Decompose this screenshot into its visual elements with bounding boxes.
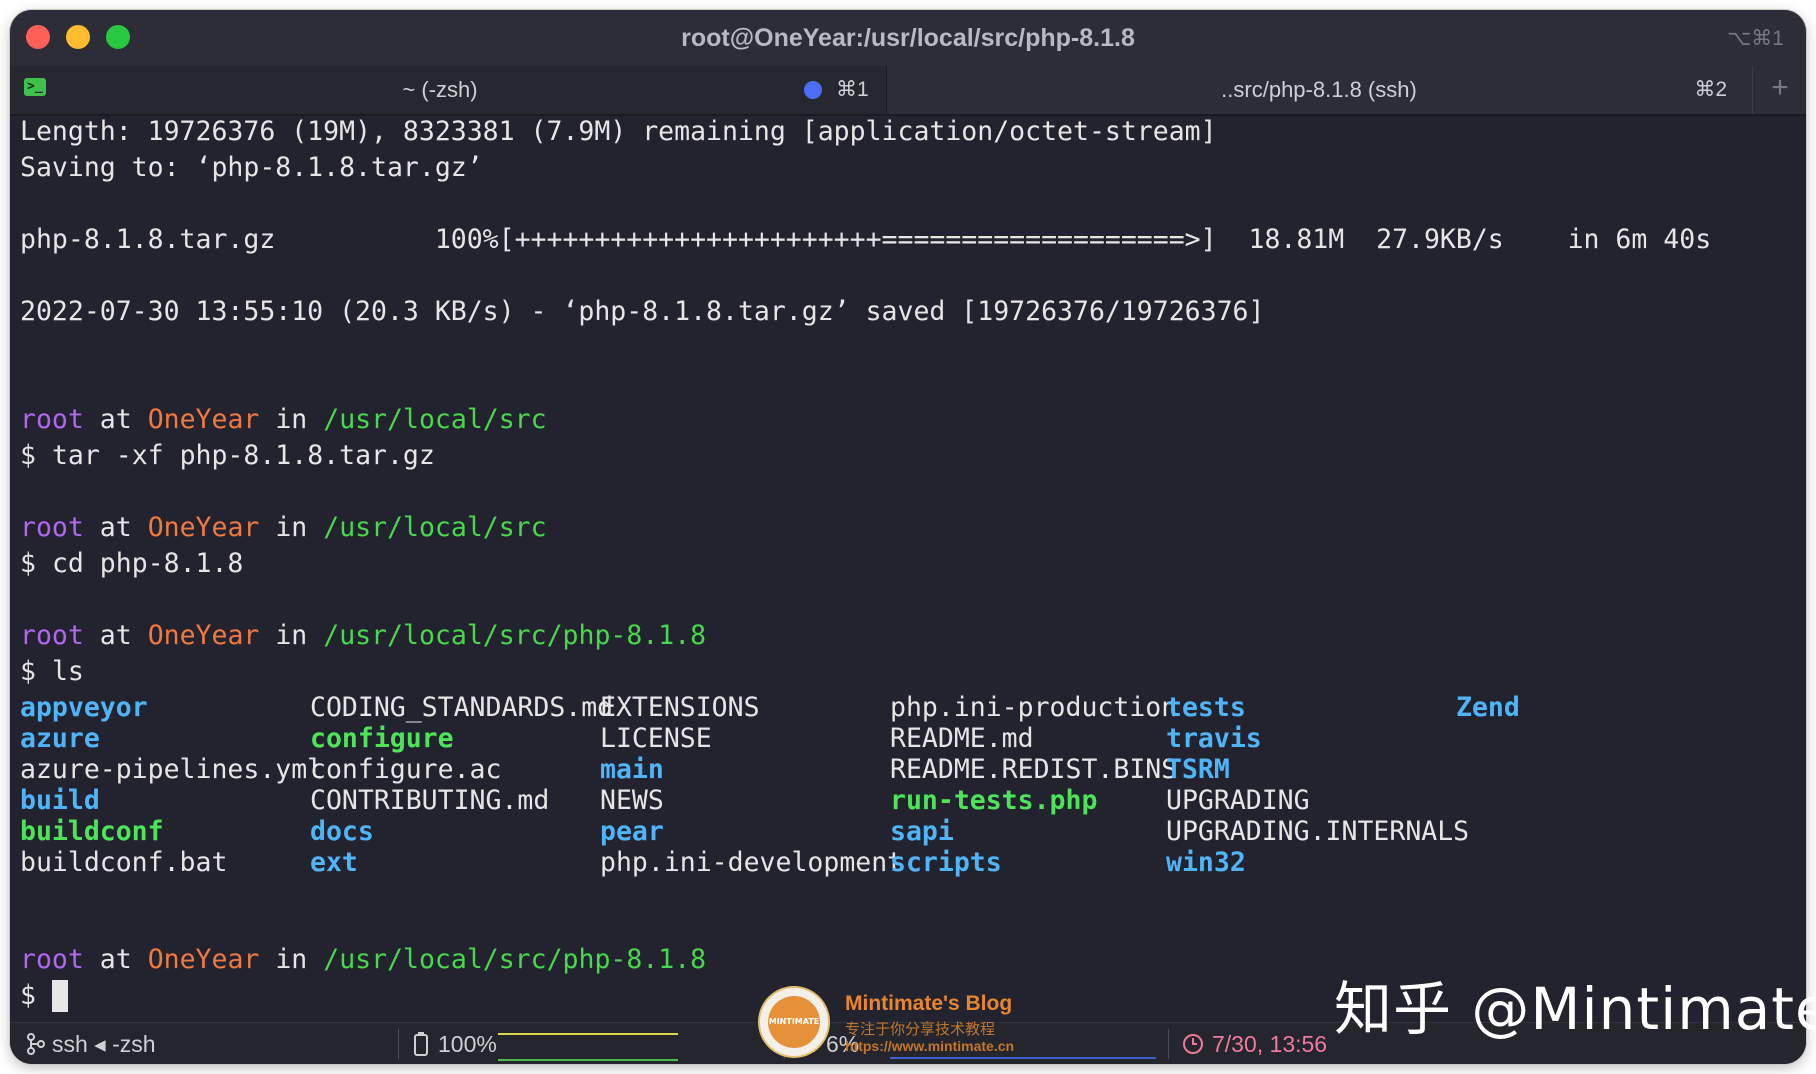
prompt-line: root at OneYear in /usr/local/src/php-8.… (20, 942, 706, 978)
tab-shortcut: ⌘1 (836, 78, 869, 101)
prompt-symbol: $ (20, 656, 36, 687)
tab-zsh[interactable]: >_ ~ (-zsh) ⌘1 (10, 66, 887, 114)
ls-entry: scripts (890, 847, 1002, 878)
download-progress-line: php-8.1.8.tar.gz 100%[++++++++++++++++++… (20, 224, 1712, 255)
prompt-in: in (275, 404, 308, 435)
status-divider (398, 1029, 399, 1059)
prompt-user: root (20, 944, 84, 975)
text-cursor (52, 980, 68, 1012)
zhihu-watermark: 知乎 @Mintimate (1334, 975, 1816, 1043)
prompt-symbol: $ (20, 548, 36, 579)
new-tab-button[interactable]: + (1752, 66, 1806, 114)
prompt-host: OneYear (147, 512, 260, 543)
prompt-path: /usr/local/src/php-8.1.8 (323, 944, 707, 975)
prompt-user: root (20, 620, 84, 651)
ls-entry: Zend (1456, 692, 1520, 723)
cpu-graph (890, 1057, 1156, 1059)
prompt-host: OneYear (147, 404, 260, 435)
battery-graph (498, 1059, 678, 1061)
prompt-at: at (99, 620, 132, 651)
prompt-path: /usr/local/src (323, 512, 547, 543)
tab-bar: >_ ~ (-zsh) ⌘1 ..src/php-8.1.8 (ssh) ⌘2 … (10, 66, 1806, 116)
prompt-in: in (275, 620, 308, 651)
prompt-at: at (99, 944, 132, 975)
blog-title: Mintimate's Blog (845, 992, 1013, 1015)
prompt-user: root (20, 404, 84, 435)
prompt-line: root at OneYear in /usr/local/src/php-8.… (20, 618, 706, 654)
activity-dot-icon (804, 81, 822, 99)
branch-icon (27, 1033, 45, 1055)
window-title: root@OneYear:/usr/local/src/php-8.1.8 (681, 24, 1135, 52)
download-length-line: Length: 19726376 (19M), 8323381 (7.9M) r… (20, 116, 1217, 147)
prompt-at: at (99, 512, 132, 543)
blog-logo: MINTIMATE (760, 988, 828, 1056)
tab-label: ..src/php-8.1.8 (ssh) (1221, 77, 1417, 102)
command-line: $ cd php-8.1.8 (20, 546, 243, 582)
prompt-in: in (275, 944, 308, 975)
prompt-path: /usr/local/src/php-8.1.8 (323, 620, 707, 651)
job-label: ssh ◂ -zsh (52, 1031, 156, 1057)
command-line: $ ls (20, 654, 84, 690)
window-shortcut: ⌥⌘1 (1727, 27, 1784, 50)
prompt-user: root (20, 512, 84, 543)
tab-label: ~ (-zsh) (402, 77, 478, 102)
blog-logo-text: MINTIMATE (768, 996, 820, 1048)
command-line: $ tar -xf php-8.1.8.tar.gz (20, 438, 435, 474)
battery-icon (414, 1032, 428, 1056)
title-bar[interactable]: root@OneYear:/usr/local/src/php-8.1.8 ⌥⌘… (10, 10, 1806, 66)
tab-shortcut: ⌘2 (1694, 78, 1727, 101)
battery-percent: 100% (438, 1031, 497, 1057)
ls-entry: buildconf.bat (20, 847, 228, 878)
download-saved-line: 2022-07-30 13:55:10 (20.3 KB/s) - ‘php-8… (20, 296, 1265, 327)
blog-subtitle: 专注于你分享技术教程 (845, 1020, 996, 1038)
command-text: tar -xf php-8.1.8.tar.gz (51, 440, 435, 471)
ls-entry: php.ini-development (600, 847, 904, 878)
command-text: cd php-8.1.8 (51, 548, 244, 579)
command-line: $ (20, 978, 36, 1014)
prompt-path: /usr/local/src (323, 404, 547, 435)
status-divider (1168, 1029, 1169, 1059)
battery-graph (498, 1033, 678, 1035)
prompt-symbol: $ (20, 440, 36, 471)
blog-url: https://www.mintimate.cn (845, 1038, 1015, 1054)
terminal-window: root@OneYear:/usr/local/src/php-8.1.8 ⌥⌘… (10, 10, 1806, 1064)
command-text: ls (51, 656, 84, 687)
clock-label: 7/30, 13:56 (1212, 1031, 1328, 1057)
prompt-symbol: $ (20, 980, 36, 1011)
ls-listing: appveyor azure azure-pipelines.yml build bui… (20, 690, 1796, 906)
ls-entry: ext (310, 847, 358, 878)
clock-icon (1183, 1034, 1203, 1054)
tab-ssh[interactable]: ..src/php-8.1.8 (ssh) ⌘2 (887, 66, 1751, 114)
prompt-host: OneYear (147, 620, 260, 651)
ls-entry: win32 (1166, 847, 1246, 878)
prompt-line: root at OneYear in /usr/local/src (20, 510, 547, 546)
terminal-output[interactable]: Length: 19726376 (19M), 8323381 (7.9M) r… (20, 114, 1796, 1020)
prompt-host: OneYear (147, 944, 260, 975)
prompt-line: root at OneYear in /usr/local/src (20, 402, 547, 438)
prompt-in: in (275, 512, 308, 543)
download-saving-line: Saving to: ‘php-8.1.8.tar.gz’ (20, 152, 483, 183)
prompt-at: at (99, 404, 132, 435)
